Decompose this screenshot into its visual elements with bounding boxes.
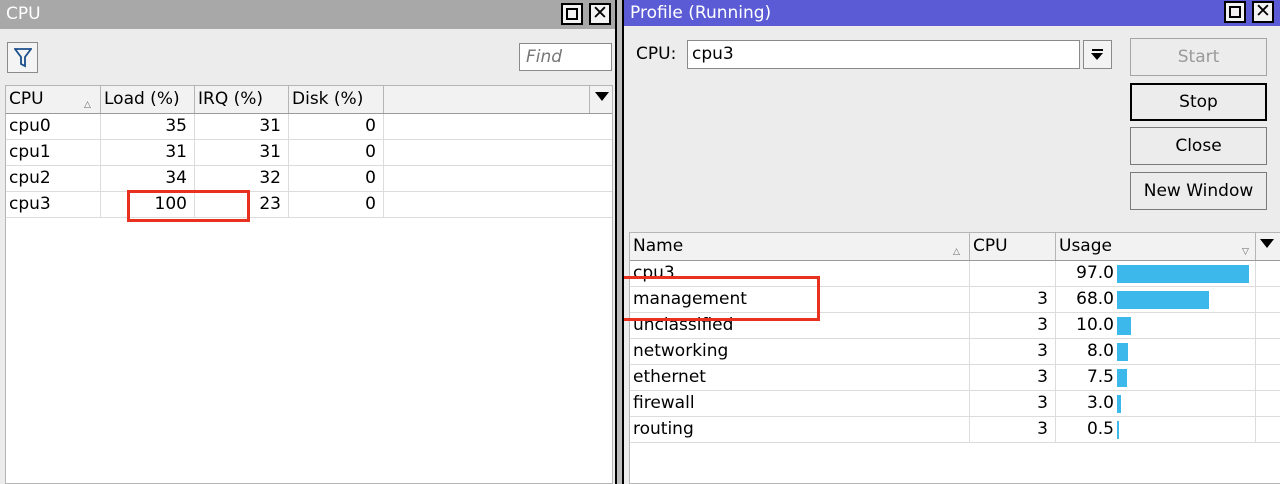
usage-cell: 97.0 <box>1056 261 1256 286</box>
highlight-box-management <box>624 276 820 321</box>
usage-value: 97.0 <box>1076 263 1114 283</box>
process-cpu: 3 <box>970 339 1056 364</box>
usage-bar <box>1117 369 1127 387</box>
maximize-button[interactable] <box>561 3 583 25</box>
close-icon: ✕ <box>592 2 608 24</box>
cpu-window-titlebar[interactable]: CPU <box>0 0 615 29</box>
usage-bar <box>1117 421 1119 439</box>
profile-window-title: Profile (Running) <box>630 3 772 23</box>
table-row[interactable]: routing 3 0.5 <box>630 417 1280 443</box>
process-cpu: 3 <box>970 313 1056 338</box>
close-button[interactable]: Close <box>1130 127 1267 165</box>
cpu-window: CPU ✕ Find CPU △ Load (%) IRQ (%) Disk (… <box>0 0 617 484</box>
close-icon: ✕ <box>1255 0 1271 22</box>
filter-button[interactable] <box>7 42 38 73</box>
process-name: ethernet <box>630 365 970 390</box>
filter-icon <box>14 48 32 68</box>
usage-cell: 10.0 <box>1056 313 1256 338</box>
cpu-select[interactable]: cpu3 <box>687 40 1080 69</box>
usage-bar <box>1117 265 1249 283</box>
table-row[interactable]: ethernet 3 7.5 <box>630 365 1280 391</box>
table-row[interactable]: cpu1 31 31 0 <box>6 140 612 166</box>
new-window-button[interactable]: New Window <box>1130 172 1267 210</box>
profile-window-titlebar[interactable]: Profile (Running) <box>624 0 1280 26</box>
table-row[interactable]: networking 3 8.0 <box>630 339 1280 365</box>
column-header-load[interactable]: Load (%) <box>101 86 195 113</box>
column-header-name[interactable]: Name △ <box>630 233 970 260</box>
column-header-cpu[interactable]: CPU <box>970 233 1056 260</box>
process-name: routing <box>630 417 970 442</box>
stop-button[interactable]: Stop <box>1130 83 1267 121</box>
usage-cell: 0.5 <box>1056 417 1256 442</box>
close-window-button[interactable]: ✕ <box>1252 0 1274 23</box>
table-row[interactable]: cpu3 100 23 0 <box>6 192 612 218</box>
close-window-button[interactable]: ✕ <box>589 2 611 25</box>
table-row[interactable]: cpu0 35 31 0 <box>6 114 612 140</box>
usage-cell: 8.0 <box>1056 339 1256 364</box>
usage-value: 68.0 <box>1076 289 1114 309</box>
column-header-disk[interactable]: Disk (%) <box>289 86 384 113</box>
highlight-box-load <box>127 190 250 222</box>
profile-table: Name △ CPU Usage ▽ cpu3 97.0 management 3 68… <box>629 232 1280 484</box>
maximize-icon <box>566 8 578 20</box>
usage-value: 0.5 <box>1086 419 1114 439</box>
column-header-cpu[interactable]: CPU △ <box>6 86 101 113</box>
usage-bar <box>1117 291 1209 309</box>
usage-value: 7.5 <box>1086 367 1114 387</box>
process-cpu: 3 <box>970 417 1056 442</box>
process-cpu <box>970 261 1056 286</box>
find-input[interactable]: Find <box>519 43 612 71</box>
profile-window: Profile (Running) ✕ CPU: cpu3 Start Stop… <box>622 0 1280 484</box>
maximize-icon <box>1229 6 1241 18</box>
cpu-table-header: CPU △ Load (%) IRQ (%) Disk (%) <box>6 86 612 114</box>
process-cpu: 3 <box>970 365 1056 390</box>
usage-bar <box>1117 317 1131 335</box>
column-header-usage[interactable]: Usage ▽ <box>1056 233 1256 260</box>
cpu-table: CPU △ Load (%) IRQ (%) Disk (%) cpu0 35 … <box>5 85 613 484</box>
cpu-label: CPU: <box>636 44 677 64</box>
table-row[interactable]: firewall 3 3.0 <box>630 391 1280 417</box>
usage-bar <box>1117 343 1128 361</box>
usage-bar <box>1117 395 1121 413</box>
process-cpu: 3 <box>970 287 1056 312</box>
dropdown-icon <box>1092 49 1103 51</box>
usage-value: 8.0 <box>1086 341 1114 361</box>
usage-value: 3.0 <box>1086 393 1114 413</box>
column-header-irq[interactable]: IRQ (%) <box>195 86 289 113</box>
usage-value: 10.0 <box>1076 315 1114 335</box>
profile-table-header: Name △ CPU Usage ▽ <box>630 233 1280 261</box>
usage-cell: 68.0 <box>1056 287 1256 312</box>
process-name: firewall <box>630 391 970 416</box>
cpu-dropdown-button[interactable] <box>1083 40 1112 69</box>
maximize-button[interactable] <box>1224 1 1246 23</box>
column-header-empty <box>384 86 590 113</box>
process-name: networking <box>630 339 970 364</box>
process-cpu: 3 <box>970 391 1056 416</box>
usage-cell: 3.0 <box>1056 391 1256 416</box>
cpu-window-title: CPU <box>6 4 41 24</box>
usage-cell: 7.5 <box>1056 365 1256 390</box>
start-button[interactable]: Start <box>1130 38 1267 76</box>
column-menu-icon[interactable] <box>595 92 609 101</box>
column-menu-icon[interactable] <box>1260 239 1274 248</box>
table-row[interactable]: cpu2 34 32 0 <box>6 166 612 192</box>
